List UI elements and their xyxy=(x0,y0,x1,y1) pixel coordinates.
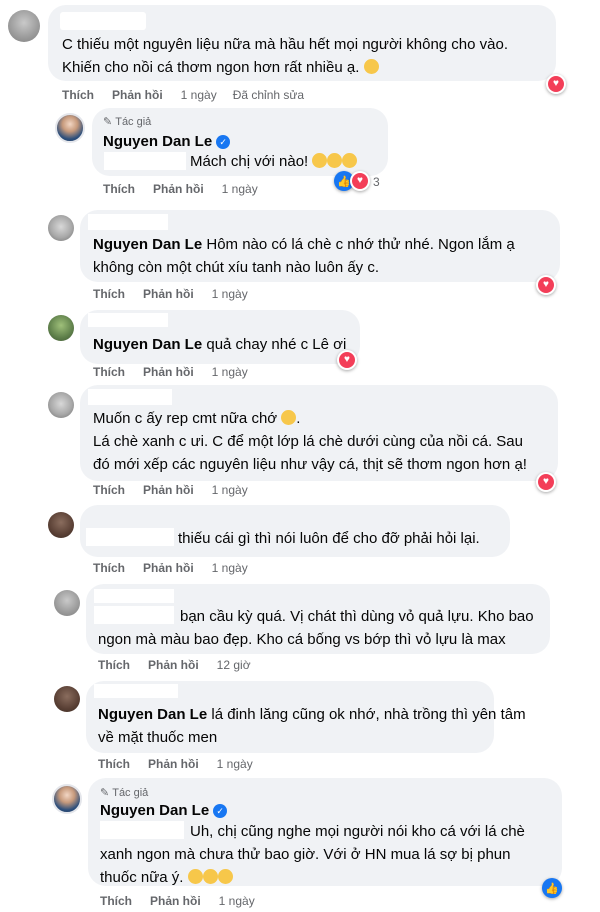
love-reaction-icon[interactable]: ♥ xyxy=(337,350,357,370)
comment-text: Nguyen Dan Le lá đinh lăng cũng ok nhớ, … xyxy=(98,706,526,723)
timestamp[interactable]: 1 ngày xyxy=(212,287,248,301)
like-button[interactable]: Thích xyxy=(98,757,130,771)
avatar[interactable] xyxy=(8,10,40,42)
timestamp[interactable]: 1 ngày xyxy=(212,483,248,497)
name-mask xyxy=(94,606,174,624)
avatar[interactable] xyxy=(52,784,82,814)
author-label: ✎ Tác giả xyxy=(100,787,149,799)
pencil-icon: ✎ xyxy=(103,116,113,128)
commenter-name[interactable]: Nguyen Dan Le ✓ xyxy=(100,799,228,822)
smile-emoji-icon xyxy=(202,869,218,884)
comment-text: về mặt thuốc men xyxy=(98,729,218,746)
avatar[interactable] xyxy=(48,392,74,418)
comment-text: Nguyen Dan Le Hôm nào có lá chè c nhớ th… xyxy=(93,236,515,253)
avatar[interactable] xyxy=(54,590,80,616)
love-reaction-icon[interactable]: ♥ xyxy=(350,171,370,191)
smile-emoji-icon xyxy=(363,59,379,74)
like-button[interactable]: Thích xyxy=(93,365,125,379)
reply-button[interactable]: Phản hồi xyxy=(150,894,201,908)
name-mask xyxy=(104,152,186,170)
timestamp[interactable]: 1 ngày xyxy=(212,365,248,379)
comment-actions: Thích Phản hồi 1 ngày Đã chỉnh sửa xyxy=(62,88,304,102)
like-button[interactable]: Thích xyxy=(98,658,130,672)
comment-actions: Thích Phản hồi 12 giờ xyxy=(98,658,251,672)
reaction-count[interactable]: 3 xyxy=(373,175,380,189)
comment-text: Muốn c ấy rep cmt nữa chớ . xyxy=(93,410,301,427)
like-button[interactable]: Thích xyxy=(93,483,125,497)
smile-emoji-icon xyxy=(281,410,297,425)
timestamp[interactable]: 1 ngày xyxy=(181,88,217,102)
like-reaction-icon[interactable]: 👍 xyxy=(542,878,562,898)
comment-text: không còn một chút xíu tanh nào luôn ấy … xyxy=(93,259,380,276)
reply-button[interactable]: Phản hồi xyxy=(143,561,194,575)
comment-actions: Thích Phản hồi 1 ngày xyxy=(93,483,248,497)
timestamp[interactable]: 12 giờ xyxy=(217,658,251,672)
reply-button[interactable]: Phản hồi xyxy=(148,658,199,672)
comment-text: Uh, chị cũng nghe mọi người nói kho cá v… xyxy=(190,823,525,840)
heart-eyes-emoji-icon xyxy=(327,153,343,168)
love-reaction-icon[interactable]: ♥ xyxy=(536,275,556,295)
edited-label: Đã chỉnh sửa xyxy=(232,88,305,102)
avatar[interactable] xyxy=(48,512,74,538)
reply-button[interactable]: Phản hồi xyxy=(143,287,194,301)
name-mask xyxy=(100,821,184,839)
pencil-icon: ✎ xyxy=(100,787,110,799)
love-reaction-icon[interactable]: ♥ xyxy=(536,472,556,492)
comment-text: thiếu cái gì thì nói luôn để cho đỡ phải… xyxy=(178,530,480,547)
name-mask xyxy=(94,684,178,698)
like-button[interactable]: Thích xyxy=(62,88,94,102)
comment-text: Lá chè xanh c ưi. C để một lớp lá chè dư… xyxy=(93,433,523,450)
comment-actions: Thích Phản hồi 1 ngày xyxy=(100,894,255,908)
name-mask xyxy=(60,12,146,30)
avatar[interactable] xyxy=(54,686,80,712)
reply-button[interactable]: Phản hồi xyxy=(143,365,194,379)
name-mask xyxy=(94,589,174,603)
comment-text: đó mới xếp các nguyên liệu như vậy cá, t… xyxy=(93,456,527,473)
reply-button[interactable]: Phản hồi xyxy=(153,182,204,196)
love-reaction-icon[interactable]: ♥ xyxy=(546,74,566,94)
author-label: ✎ Tác giả xyxy=(103,116,152,128)
comment-text: thuốc nữa ý. xyxy=(100,866,233,889)
name-mask xyxy=(88,313,168,327)
avatar[interactable] xyxy=(48,215,74,241)
verified-badge-icon: ✓ xyxy=(213,804,228,818)
timestamp[interactable]: 1 ngày xyxy=(222,182,258,196)
verified-badge-icon: ✓ xyxy=(216,135,231,149)
smile-emoji-icon xyxy=(187,869,203,884)
name-mask xyxy=(88,214,168,230)
like-button[interactable]: Thích xyxy=(93,561,125,575)
timestamp[interactable]: 1 ngày xyxy=(212,561,248,575)
comment-actions: Thích Phản hồi 1 ngày xyxy=(93,561,248,575)
reply-button[interactable]: Phản hồi xyxy=(143,483,194,497)
like-button[interactable]: Thích xyxy=(100,894,132,908)
timestamp[interactable]: 1 ngày xyxy=(217,757,253,771)
comment-text: Khiến cho nồi cá thơm ngon hơn rất nhiều… xyxy=(62,56,379,79)
comment-actions: Thích Phản hồi 1 ngày xyxy=(103,182,258,196)
avatar[interactable] xyxy=(55,113,85,143)
avatar[interactable] xyxy=(48,315,74,341)
timestamp[interactable]: 1 ngày xyxy=(219,894,255,908)
comment-text: bạn cầu kỳ quá. Vị chát thì dùng vỏ quả … xyxy=(180,608,534,625)
like-button[interactable]: Thích xyxy=(93,287,125,301)
comment-text: xanh ngon mà chưa thử bao giờ. Với ở HN … xyxy=(100,846,511,863)
comment-text: C thiếu một nguyên liệu nữa mà hầu hết m… xyxy=(62,36,509,53)
comment-actions: Thích Phản hồi 1 ngày xyxy=(98,757,253,771)
comment-actions: Thích Phản hồi 1 ngày xyxy=(93,365,248,379)
reply-button[interactable]: Phản hồi xyxy=(112,88,163,102)
name-mask xyxy=(88,389,172,405)
reply-button[interactable]: Phản hồi xyxy=(148,757,199,771)
heart-eyes-emoji-icon xyxy=(312,153,328,168)
smile-emoji-icon xyxy=(217,869,233,884)
comment-actions: Thích Phản hồi 1 ngày xyxy=(93,287,248,301)
comment-text: ngon mà màu bao đẹp. Kho cá bống vs bớp … xyxy=(98,631,506,648)
comment-text: Mách chị với nào! xyxy=(190,150,358,173)
comment-text: Nguyen Dan Le quả chay nhé c Lê ơi xyxy=(93,336,347,353)
name-mask xyxy=(86,528,174,546)
like-button[interactable]: Thích xyxy=(103,182,135,196)
heart-eyes-emoji-icon xyxy=(342,153,358,168)
